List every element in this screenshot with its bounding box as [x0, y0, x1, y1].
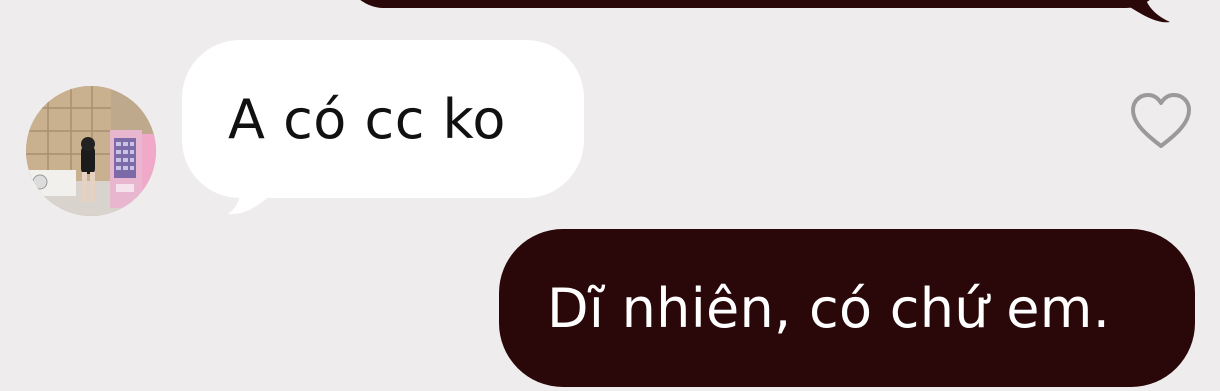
message-text: A có cc ko: [228, 87, 506, 151]
bubble-tail: [228, 186, 276, 215]
outgoing-message-bubble[interactable]: Dĩ nhiên, có chứ em.: [499, 229, 1195, 387]
bubble-tail: [1118, 0, 1170, 23]
avatar-photo: [26, 86, 156, 216]
incoming-message-bubble[interactable]: A có cc ko: [182, 40, 584, 198]
heart-outline-icon[interactable]: [1128, 90, 1194, 152]
avatar[interactable]: [26, 86, 156, 216]
message-text: Dĩ nhiên, có chứ em.: [547, 276, 1111, 340]
outgoing-message-bubble-partial[interactable]: [345, 0, 1165, 8]
